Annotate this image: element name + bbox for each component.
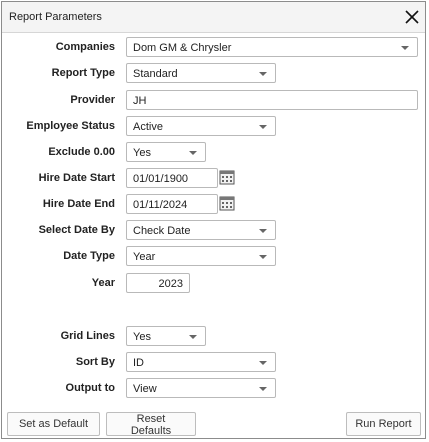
dialog-title: Report Parameters	[9, 11, 102, 23]
provider-label: Provider	[70, 94, 115, 106]
close-icon[interactable]	[402, 7, 422, 27]
hire-date-end-label: Hire Date End	[42, 198, 115, 210]
chevron-down-icon	[189, 151, 197, 155]
sort-by-value: ID	[133, 357, 144, 369]
grid-lines-row: Grid Lines Yes	[2, 326, 425, 350]
grid-lines-value: Yes	[133, 331, 151, 343]
sort-by-row: Sort By ID	[2, 352, 425, 376]
employee-status-label: Employee Status	[26, 120, 115, 132]
year-label: Year	[91, 277, 115, 289]
report-type-select[interactable]: Standard	[126, 63, 276, 83]
select-date-by-select[interactable]: Check Date	[126, 220, 276, 240]
year-value: 2023	[158, 278, 183, 290]
set-as-default-button[interactable]: Set as Default	[7, 412, 100, 436]
chevron-down-icon	[189, 335, 197, 339]
date-type-value: Year	[133, 251, 156, 263]
grid-lines-label: Grid Lines	[60, 330, 115, 342]
chevron-down-icon	[259, 255, 267, 259]
run-report-button[interactable]: Run Report	[346, 412, 421, 436]
report-parameters-dialog: Report Parameters Companies Dom GM & Chr…	[1, 1, 426, 439]
provider-input[interactable]: JH	[126, 90, 418, 110]
hire-date-start-picker: 01/01/1900	[126, 168, 238, 188]
chevron-down-icon	[259, 229, 267, 233]
chevron-down-icon	[259, 361, 267, 365]
reset-defaults-button[interactable]: Reset Defaults	[106, 412, 196, 437]
chevron-down-icon	[259, 125, 267, 129]
chevron-down-icon	[401, 46, 409, 50]
sort-by-select[interactable]: ID	[126, 352, 276, 372]
output-to-value: View	[133, 383, 157, 395]
exclude-zero-value: Yes	[133, 147, 151, 159]
companies-row: Companies Dom GM & Chrysler	[2, 37, 425, 61]
select-date-by-value: Check Date	[133, 225, 191, 237]
chevron-down-icon	[259, 387, 267, 391]
output-to-row: Output to View	[2, 378, 425, 402]
report-type-value: Standard	[133, 68, 178, 80]
year-input[interactable]: 2023	[126, 273, 190, 293]
date-type-label: Date Type	[63, 250, 115, 262]
hire-date-end-value: 01/11/2024	[133, 199, 188, 211]
dialog-titlebar: Report Parameters	[2, 2, 425, 33]
select-date-by-row: Select Date By Check Date	[2, 220, 425, 244]
report-type-row: Report Type Standard	[2, 63, 425, 87]
companies-value: Dom GM & Chrysler	[133, 42, 232, 54]
hire-date-end-row: Hire Date End 01/11/2024	[2, 194, 425, 218]
employee-status-value: Active	[133, 121, 163, 133]
exclude-zero-label: Exclude 0.00	[48, 146, 115, 158]
companies-label: Companies	[55, 41, 115, 53]
hire-date-start-label: Hire Date Start	[38, 172, 115, 184]
date-type-select[interactable]: Year	[126, 246, 276, 266]
output-to-label: Output to	[65, 382, 115, 394]
calendar-icon[interactable]	[219, 169, 235, 185]
calendar-icon[interactable]	[219, 195, 235, 211]
employee-status-select[interactable]: Active	[126, 116, 276, 136]
output-to-select[interactable]: View	[126, 378, 276, 398]
employee-status-row: Employee Status Active	[2, 116, 425, 140]
sort-by-label: Sort By	[75, 356, 115, 368]
provider-value: JH	[133, 95, 147, 107]
hire-date-end-input[interactable]: 01/11/2024	[126, 194, 218, 214]
hire-date-start-row: Hire Date Start 01/01/1900	[2, 168, 425, 192]
exclude-zero-select[interactable]: Yes	[126, 142, 206, 162]
companies-select[interactable]: Dom GM & Chrysler	[126, 37, 418, 57]
exclude-zero-row: Exclude 0.00 Yes	[2, 142, 425, 166]
year-row: Year 2023	[2, 273, 425, 297]
grid-lines-select[interactable]: Yes	[126, 326, 206, 346]
hire-date-end-picker: 01/11/2024	[126, 194, 238, 214]
provider-row: Provider JH	[2, 90, 425, 114]
report-type-label: Report Type	[51, 67, 115, 79]
chevron-down-icon	[259, 72, 267, 76]
select-date-by-label: Select Date By	[38, 224, 115, 236]
hire-date-start-input[interactable]: 01/01/1900	[126, 168, 218, 188]
date-type-row: Date Type Year	[2, 246, 425, 270]
hire-date-start-value: 01/01/1900	[133, 173, 189, 185]
